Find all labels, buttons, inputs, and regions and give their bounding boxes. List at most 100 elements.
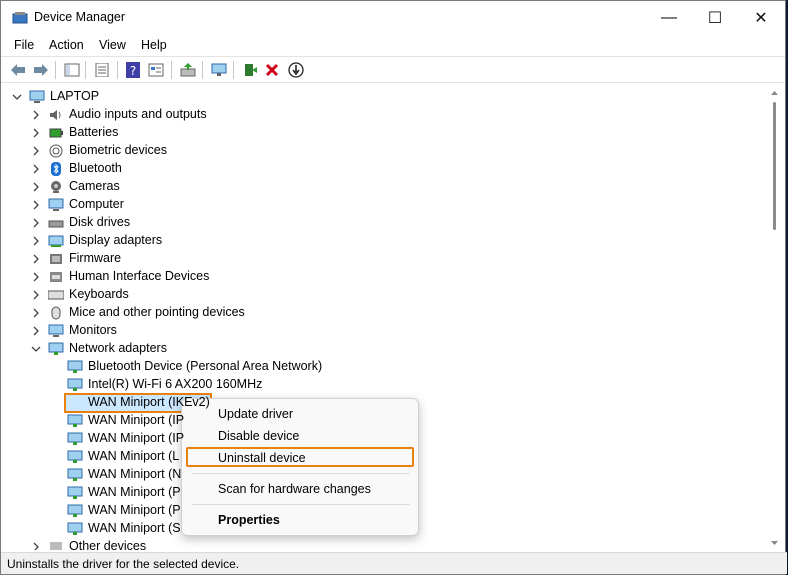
category-label: Cameras: [69, 179, 120, 193]
show-hide-tree-icon[interactable]: [63, 61, 81, 79]
device-manager-window: Device Manager — ☐ ✕ File Action View He…: [0, 0, 787, 575]
adapter-label: WAN Miniport (IP: [88, 413, 185, 427]
context-menu: Update driver Disable device Uninstall d…: [181, 398, 419, 536]
scroll-down-icon[interactable]: [770, 540, 779, 546]
ctx-scan-hardware[interactable]: Scan for hardware changes: [218, 482, 371, 496]
ctx-properties[interactable]: Properties: [218, 513, 280, 527]
tree-category[interactable]: Bluetooth: [7, 160, 407, 178]
help-icon[interactable]: ?: [124, 61, 142, 79]
close-button[interactable]: ✕: [738, 1, 784, 34]
network-adapter-item[interactable]: Intel(R) Wi-Fi 6 AX200 160MHz: [7, 376, 407, 394]
chevron-right-icon[interactable]: [31, 272, 41, 282]
tree-category[interactable]: Cameras: [7, 178, 407, 196]
chevron-right-icon[interactable]: [31, 254, 41, 264]
monitor-icon: [48, 324, 64, 337]
tree-category[interactable]: Human Interface Devices: [7, 268, 407, 286]
adapter-label: WAN Miniport (IP: [88, 431, 185, 445]
scroll-up-icon[interactable]: [770, 90, 779, 96]
chevron-right-icon[interactable]: [31, 308, 41, 318]
network-icon: [67, 414, 83, 427]
chevron-right-icon[interactable]: [31, 236, 41, 246]
tree-category[interactable]: Keyboards: [7, 286, 407, 304]
category-label: Network adapters: [69, 341, 167, 355]
minimize-button[interactable]: —: [646, 1, 692, 34]
menu-file[interactable]: File: [14, 38, 34, 52]
ctx-separator: [192, 504, 410, 505]
disable-device-icon[interactable]: [287, 61, 305, 79]
update-driver-icon[interactable]: [179, 61, 197, 79]
menu-view[interactable]: View: [99, 38, 126, 52]
keyboard-icon: [48, 290, 64, 300]
firmware-icon: [50, 254, 62, 264]
menu-bar: File Action View Help: [1, 35, 785, 55]
category-label: Human Interface Devices: [69, 269, 210, 283]
title-bar[interactable]: Device Manager — ☐ ✕: [1, 1, 785, 34]
tree-category[interactable]: Biometric devices: [7, 142, 407, 160]
back-icon[interactable]: [9, 61, 27, 79]
network-icon: [67, 378, 83, 391]
network-icon: [67, 450, 83, 463]
chevron-right-icon[interactable]: [31, 146, 41, 156]
forward-icon[interactable]: [32, 61, 50, 79]
category-label: Keyboards: [69, 287, 129, 301]
category-label: Computer: [69, 197, 124, 211]
chevron-right-icon[interactable]: [31, 182, 41, 192]
ctx-disable-device[interactable]: Disable device: [218, 429, 299, 443]
adapter-label: WAN Miniport (S: [88, 521, 181, 535]
category-label: Audio inputs and outputs: [69, 107, 207, 121]
vertical-scrollbar[interactable]: [767, 88, 782, 550]
svg-text:?: ?: [130, 64, 136, 78]
adapter-label: Bluetooth Device (Personal Area Network): [88, 359, 323, 373]
ctx-separator: [192, 473, 410, 474]
network-icon: [67, 486, 83, 499]
category-label: Other devices: [69, 539, 147, 550]
category-label: Batteries: [69, 125, 119, 139]
tree-category[interactable]: Computer: [7, 196, 407, 214]
chevron-right-icon[interactable]: [31, 218, 41, 228]
tree-category[interactable]: Mice and other pointing devices: [7, 304, 407, 322]
window-title: Device Manager: [34, 10, 126, 24]
tree-category[interactable]: Other devices: [7, 538, 407, 550]
category-label: Firmware: [69, 251, 122, 265]
battery-icon: [49, 128, 63, 138]
tree-category[interactable]: Display adapters: [7, 232, 407, 250]
scrollbar-thumb[interactable]: [773, 102, 776, 230]
chevron-right-icon[interactable]: [31, 128, 41, 138]
menu-help[interactable]: Help: [141, 38, 167, 52]
tree-category[interactable]: Audio inputs and outputs: [7, 106, 407, 124]
tree-category[interactable]: Firmware: [7, 250, 407, 268]
ctx-uninstall-device[interactable]: Uninstall device: [218, 451, 306, 465]
maximize-button[interactable]: ☐: [692, 1, 738, 34]
uninstall-device-icon[interactable]: [263, 61, 281, 79]
unknown-device-icon: [50, 542, 62, 550]
chevron-right-icon[interactable]: [31, 326, 41, 336]
enable-device-icon[interactable]: [241, 61, 259, 79]
category-label: Disk drives: [69, 215, 131, 229]
tree-category[interactable]: Monitors: [7, 322, 407, 340]
network-icon: [67, 432, 83, 445]
chevron-right-icon[interactable]: [31, 290, 41, 300]
chevron-right-icon[interactable]: [31, 200, 41, 210]
adapter-label: WAN Miniport (P: [88, 485, 181, 499]
scan-hardware-icon[interactable]: [210, 61, 228, 79]
properties-icon[interactable]: [93, 61, 111, 79]
toolbar: ?: [1, 56, 785, 83]
network-icon: [67, 468, 83, 481]
chevron-right-icon[interactable]: [31, 110, 41, 120]
chevron-right-icon[interactable]: [31, 542, 41, 550]
menu-action[interactable]: Action: [49, 38, 84, 52]
chevron-down-icon[interactable]: [31, 344, 41, 354]
category-label: Bluetooth: [69, 161, 122, 175]
tree-category[interactable]: Network adapters: [7, 340, 407, 358]
ctx-update-driver[interactable]: Update driver: [218, 407, 293, 421]
category-label: Monitors: [69, 323, 117, 337]
chevron-down-icon[interactable]: [12, 92, 22, 102]
network-adapter-item[interactable]: Bluetooth Device (Personal Area Network): [7, 358, 407, 376]
adapter-label: WAN Miniport (IKEv2): [88, 395, 210, 409]
chevron-right-icon[interactable]: [31, 164, 41, 174]
tree-root[interactable]: LAPTOP: [7, 88, 307, 106]
tree-category[interactable]: Batteries: [7, 124, 407, 142]
device-view-icon[interactable]: [147, 61, 165, 79]
tree-category[interactable]: Disk drives: [7, 214, 407, 232]
category-label: Display adapters: [69, 233, 163, 247]
